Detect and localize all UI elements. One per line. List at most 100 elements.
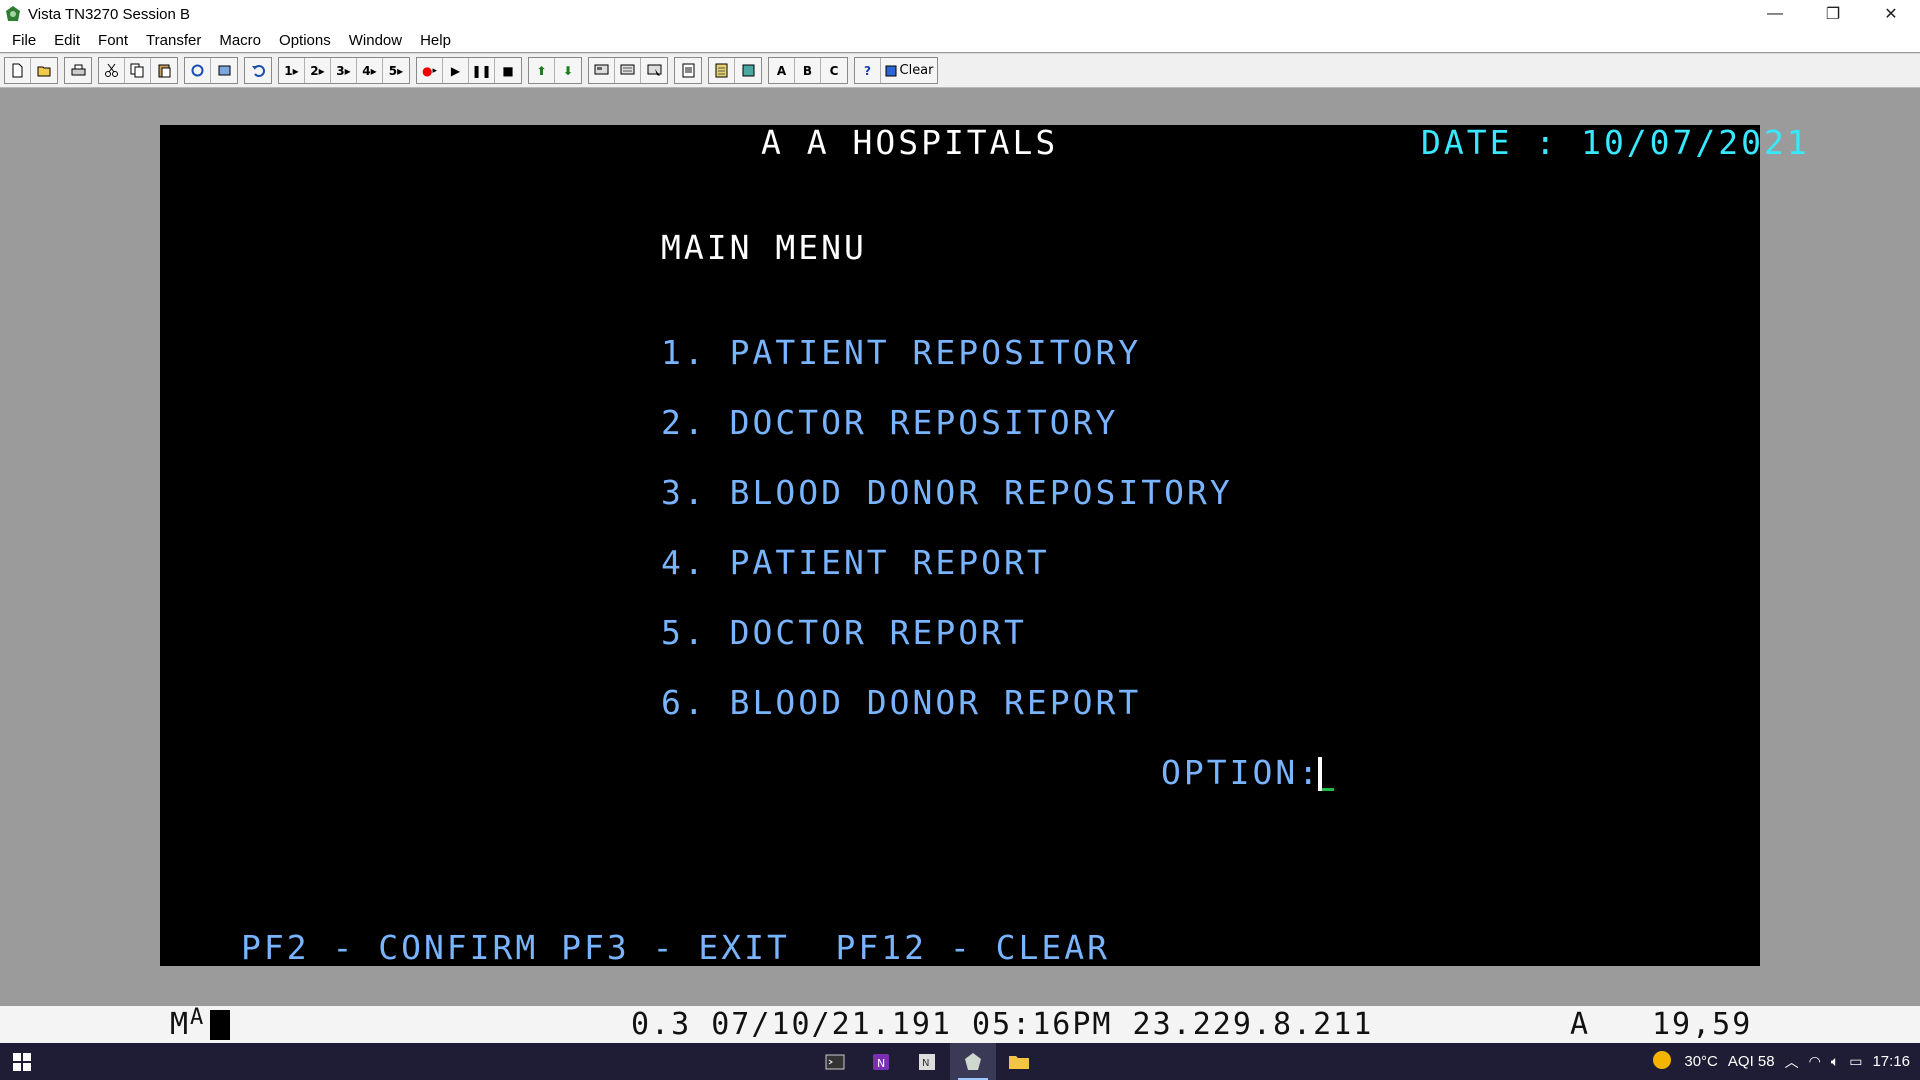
menu-bar: File Edit Font Transfer Macro Options Wi… bbox=[0, 28, 1920, 52]
menu-window[interactable]: Window bbox=[340, 32, 411, 49]
display-2-button[interactable] bbox=[615, 58, 641, 83]
play-icon: ▶ bbox=[450, 63, 461, 78]
pause-button[interactable]: ❚❚ bbox=[469, 58, 495, 83]
notes-button[interactable] bbox=[709, 58, 735, 83]
record-group: ● ▸ ▶ ❚❚ ■ bbox=[416, 57, 522, 84]
menu-edit[interactable]: Edit bbox=[45, 32, 89, 49]
menu-option-3: 3. BLOOD DONOR REPOSITORY bbox=[661, 473, 1233, 512]
display-3-button[interactable] bbox=[641, 58, 667, 83]
print-button[interactable] bbox=[65, 58, 91, 83]
menu-title: MAIN MENU bbox=[661, 228, 867, 267]
play-button[interactable]: ▶ bbox=[443, 58, 469, 83]
download-button[interactable]: ⬇ bbox=[555, 58, 581, 83]
file-group bbox=[4, 57, 58, 84]
taskbar-vista-tn3270[interactable] bbox=[950, 1043, 996, 1080]
vista-app-icon bbox=[965, 1052, 981, 1070]
macro-5-button[interactable]: 5 ▸ bbox=[383, 58, 409, 83]
scissors-icon bbox=[105, 63, 118, 77]
option-prompt: OPTION: bbox=[1161, 753, 1322, 792]
restore-button[interactable]: ❐ bbox=[1804, 0, 1862, 28]
menu-font[interactable]: Font bbox=[89, 32, 137, 49]
new-file-icon bbox=[12, 63, 23, 78]
macro-2-button[interactable]: 2 ▸ bbox=[305, 58, 331, 83]
arrow-down-icon: ⬇ bbox=[562, 63, 574, 78]
new-file-button[interactable] bbox=[5, 58, 31, 83]
undo-group bbox=[244, 57, 272, 84]
session-b-button[interactable]: B bbox=[795, 58, 821, 83]
menu-options[interactable]: Options bbox=[270, 32, 340, 49]
session-c-button[interactable]: C bbox=[821, 58, 847, 83]
macro-1-button[interactable]: 1 ▸ bbox=[279, 58, 305, 83]
status-line: M A 0.3 07/10/21.191 05:16PM 23.229.8.21… bbox=[0, 1005, 1920, 1044]
open-button[interactable] bbox=[31, 58, 57, 83]
arrow-up-icon: ⬆ bbox=[536, 63, 547, 78]
menu-macro[interactable]: Macro bbox=[210, 32, 270, 49]
taskbar-onenote[interactable]: N bbox=[858, 1043, 904, 1080]
paste-button[interactable] bbox=[151, 58, 177, 83]
session-group: A B C bbox=[768, 57, 848, 84]
undo-button[interactable] bbox=[245, 58, 271, 83]
upload-button[interactable]: ⬆ bbox=[529, 58, 555, 83]
weather-icon[interactable] bbox=[1650, 1048, 1674, 1076]
minimize-button[interactable]: — bbox=[1746, 0, 1804, 28]
display-1-button[interactable] bbox=[589, 58, 615, 83]
menu-help[interactable]: Help bbox=[411, 32, 460, 49]
taskbar: N N 30°C AQI 58 ︿ ◠ 🔈︎ ▭ 17:16 bbox=[0, 1043, 1920, 1080]
svg-text:N: N bbox=[922, 1058, 929, 1069]
option-input-cursor[interactable] bbox=[1318, 757, 1322, 791]
terminal-screen[interactable]: A A HOSPITALS DATE : 10/07/2021 MAIN MEN… bbox=[160, 123, 1807, 966]
menu-option-2: 2. DOCTOR REPOSITORY bbox=[661, 403, 1119, 442]
option-input-field[interactable] bbox=[1322, 788, 1334, 791]
record-button[interactable]: ● ▸ bbox=[417, 58, 443, 83]
menu-transfer[interactable]: Transfer bbox=[137, 32, 210, 49]
toolbar: 1 ▸ 2 ▸ 3 ▸ 4 ▸ 5 ▸ ● ▸ ▶ ❚❚ ■ ⬆ ⬇ A B C… bbox=[0, 53, 1920, 88]
stop-icon: ■ bbox=[502, 63, 514, 78]
printer-icon bbox=[71, 64, 85, 76]
clipboard-group bbox=[98, 57, 178, 84]
macro-4-button[interactable]: 4 ▸ bbox=[357, 58, 383, 83]
settings-icon bbox=[682, 63, 694, 78]
clear-icon bbox=[885, 65, 896, 76]
pause-icon: ❚❚ bbox=[471, 63, 492, 78]
taskbar-notes[interactable]: N bbox=[904, 1043, 950, 1080]
menu-option-4: 4. PATIENT REPORT bbox=[661, 543, 1050, 582]
macro-group: 1 ▸ 2 ▸ 3 ▸ 4 ▸ 5 ▸ bbox=[278, 57, 410, 84]
screen-cursor-icon bbox=[647, 64, 661, 76]
chevron-up-icon[interactable]: ︿ bbox=[1785, 1052, 1799, 1072]
help-icon: ? bbox=[864, 63, 871, 78]
stop-button[interactable]: ■ bbox=[495, 58, 521, 83]
status-cursor-position: 19,59 bbox=[1652, 1007, 1753, 1042]
menu-file[interactable]: File bbox=[3, 32, 45, 49]
macro-3-button[interactable]: 3 ▸ bbox=[331, 58, 357, 83]
notes-group bbox=[708, 57, 762, 84]
status-info: 0.3 07/10/21.191 05:16PM 23.229.8.211 bbox=[631, 1007, 1374, 1042]
status-indicator: M bbox=[170, 1007, 191, 1042]
log-icon bbox=[742, 64, 754, 77]
speaker-icon[interactable]: 🔈︎ bbox=[1831, 1054, 1839, 1070]
onenote-icon: N bbox=[873, 1053, 889, 1070]
copy-button[interactable] bbox=[125, 58, 151, 83]
help-button[interactable]: ? bbox=[855, 58, 881, 83]
system-tray: 30°C AQI 58 ︿ ◠ 🔈︎ ▭ 17:16 bbox=[1650, 1043, 1910, 1080]
close-button[interactable]: ✕ bbox=[1862, 0, 1920, 28]
reconnect-button[interactable] bbox=[211, 58, 237, 83]
clock[interactable]: 17:16 bbox=[1872, 1053, 1910, 1070]
settings-button[interactable] bbox=[675, 58, 701, 83]
log-button[interactable] bbox=[735, 58, 761, 83]
temperature[interactable]: 30°C bbox=[1684, 1053, 1718, 1070]
copy-icon bbox=[130, 63, 144, 78]
start-button[interactable] bbox=[0, 1043, 44, 1080]
connect-button[interactable] bbox=[185, 58, 211, 83]
screen-header: A A HOSPITALS bbox=[761, 123, 1059, 162]
battery-icon[interactable]: ▭ bbox=[1849, 1054, 1862, 1070]
cut-button[interactable] bbox=[99, 58, 125, 83]
taskbar-file-explorer[interactable] bbox=[996, 1043, 1042, 1080]
clear-button[interactable]: Clear bbox=[881, 58, 937, 83]
status-block bbox=[210, 1010, 230, 1040]
taskbar-terminal[interactable] bbox=[812, 1043, 858, 1080]
wifi-icon[interactable]: ◠ bbox=[1809, 1054, 1821, 1070]
play-small-icon: ▸ bbox=[318, 63, 325, 78]
session-a-button[interactable]: A bbox=[769, 58, 795, 83]
display-group bbox=[588, 57, 668, 84]
aqi[interactable]: AQI 58 bbox=[1728, 1053, 1775, 1070]
